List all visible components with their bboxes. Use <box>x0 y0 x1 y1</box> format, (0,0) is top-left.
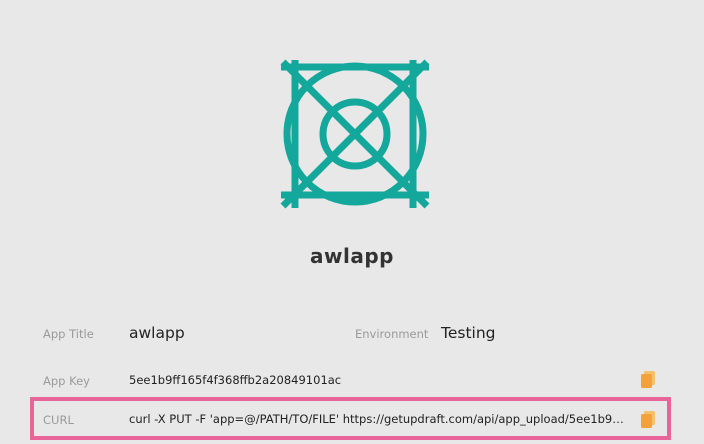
curl-command-value[interactable]: curl -X PUT -F 'app=@/PATH/TO/FILE' http… <box>129 412 629 426</box>
environment-label: Environment <box>355 327 429 341</box>
copy-curl-button[interactable] <box>640 411 656 429</box>
copy-icon <box>641 411 655 428</box>
environment-value: Testing <box>441 324 496 342</box>
app-title-value: awlapp <box>129 324 185 342</box>
curl-label: CURL <box>43 413 74 427</box>
app-name-heading: awlapp <box>310 244 394 268</box>
app-key-label: App Key <box>43 374 90 388</box>
app-logo <box>279 58 431 210</box>
app-title-label: App Title <box>43 327 94 341</box>
app-key-value[interactable]: 5ee1b9ff165f4f368ffb2a20849101ac <box>129 373 341 387</box>
copy-app-key-button[interactable] <box>640 371 656 389</box>
copy-icon <box>641 371 655 388</box>
